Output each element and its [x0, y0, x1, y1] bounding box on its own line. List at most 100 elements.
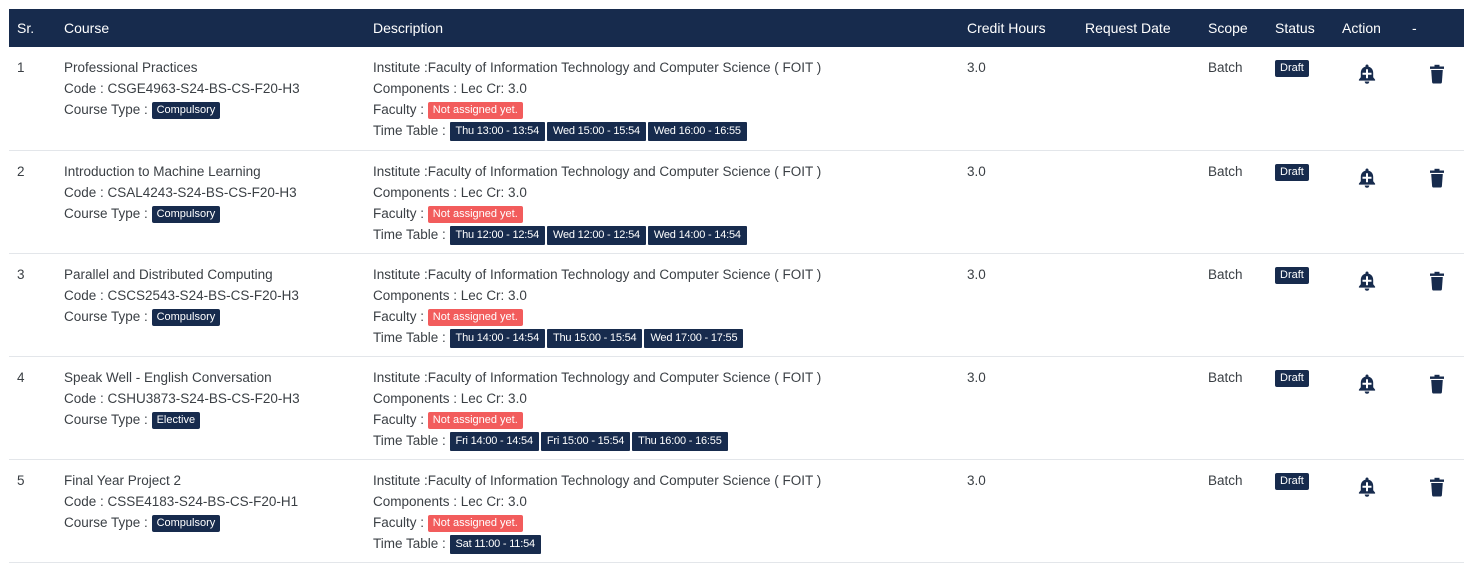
course-cell: Professional Practices Code : CSGE4963-S… — [64, 47, 373, 150]
components-text: Components : Lec Cr: 3.0 — [373, 81, 527, 96]
faculty-label: Faculty : — [373, 411, 425, 427]
table-row: 1 Professional Practices Code : CSGE4963… — [9, 47, 1464, 150]
table-header-row: Sr. Course Description Credit Hours Requ… — [9, 9, 1464, 47]
action-cell — [1342, 253, 1412, 356]
header-status: Status — [1275, 20, 1315, 36]
timetable-slots: Thu 14:00 - 14:54 Thu 15:00 - 15:54 Wed 17… — [449, 328, 746, 348]
course-type-label: Course Type : — [64, 514, 148, 530]
faculty-badge: Not assigned yet. — [427, 411, 523, 429]
timetable-slot: Thu 12:00 - 12:54 — [449, 225, 545, 245]
header-extra: - — [1412, 20, 1417, 36]
timetable-label: Time Table : — [373, 123, 446, 138]
course-type-line: Course Type : Elective — [64, 409, 373, 430]
scope: Batch — [1208, 266, 1243, 282]
institute-text: Institute :Faculty of Information Techno… — [373, 163, 822, 179]
components-text: Components : Lec Cr: 3.0 — [373, 184, 527, 200]
trash-icon[interactable] — [1426, 372, 1448, 396]
timetable-line: Time Table : Thu 13:00 - 13:54 Wed 15:00 … — [373, 120, 967, 141]
trash-icon[interactable] — [1426, 166, 1448, 190]
bell-plus-icon[interactable] — [1356, 166, 1378, 190]
timetable-slot: Thu 16:00 - 16:55 — [632, 431, 728, 451]
institute-text: Institute :Faculty of Information Techno… — [373, 472, 822, 488]
header-description: Description — [373, 20, 444, 36]
course-name: Final Year Project 2 — [64, 472, 182, 488]
trash-icon[interactable] — [1426, 475, 1448, 499]
action-cell — [1342, 356, 1412, 459]
institute-text: Institute :Faculty of Information Techno… — [373, 60, 822, 75]
course-type-label: Course Type : — [64, 308, 148, 324]
course-cell: Speak Well - English Conversation Code :… — [64, 356, 373, 459]
request-date — [1085, 47, 1208, 150]
delete-cell — [1412, 47, 1464, 150]
description-cell: Institute :Faculty of Information Techno… — [373, 47, 967, 150]
bell-plus-icon[interactable] — [1356, 62, 1378, 86]
table-header: Sr. Course Description Credit Hours Requ… — [9, 9, 1464, 47]
course-type-badge: Compulsory — [151, 308, 221, 326]
bell-plus-icon[interactable] — [1356, 475, 1378, 499]
course-type-badge: Compulsory — [151, 205, 221, 223]
status-badge: Draft — [1275, 60, 1309, 77]
course-type-badge: Compulsory — [151, 514, 221, 532]
row-sr: 1 — [17, 60, 25, 75]
faculty-line: Faculty : Not assigned yet. — [373, 512, 967, 533]
timetable-slot: Wed 15:00 - 15:54 — [547, 122, 646, 141]
timetable-slot: Thu 14:00 - 14:54 — [449, 328, 545, 348]
action-cell — [1342, 47, 1412, 150]
table-body: 1 Professional Practices Code : CSGE4963… — [9, 47, 1464, 562]
course-code: Code : CSGE4963-S24-BS-CS-F20-H3 — [64, 81, 300, 96]
header-course: Course — [64, 20, 110, 36]
request-date — [1085, 253, 1208, 356]
timetable-slot: Thu 13:00 - 13:54 — [449, 122, 545, 141]
course-name: Speak Well - English Conversation — [64, 369, 272, 385]
bell-plus-icon[interactable] — [1356, 269, 1378, 293]
timetable-label: Time Table : — [373, 432, 446, 448]
timetable-line: Time Table : Thu 12:00 - 12:54 Wed 12:00 … — [373, 224, 967, 245]
scope: Batch — [1208, 369, 1243, 385]
course-type-line: Course Type : Compulsory — [64, 99, 373, 120]
row-sr: 5 — [17, 472, 25, 488]
credit-hours: 3.0 — [967, 60, 986, 75]
course-cell: Parallel and Distributed Computing Code … — [64, 253, 373, 356]
credit-hours: 3.0 — [967, 266, 986, 282]
faculty-label: Faculty : — [373, 205, 425, 221]
description-cell: Institute :Faculty of Information Techno… — [373, 356, 967, 459]
description-cell: Institute :Faculty of Information Techno… — [373, 150, 967, 253]
scope: Batch — [1208, 472, 1243, 488]
institute-text: Institute :Faculty of Information Techno… — [373, 266, 822, 282]
description-cell: Institute :Faculty of Information Techno… — [373, 253, 967, 356]
status-cell: Draft — [1275, 150, 1342, 253]
timetable-label: Time Table : — [373, 329, 446, 345]
course-name: Introduction to Machine Learning — [64, 163, 261, 179]
credit-hours: 3.0 — [967, 163, 986, 179]
delete-cell — [1412, 459, 1464, 562]
trash-icon[interactable] — [1426, 269, 1448, 293]
status-badge: Draft — [1275, 369, 1309, 387]
course-type-label: Course Type : — [64, 411, 148, 427]
status-badge: Draft — [1275, 472, 1309, 490]
trash-icon[interactable] — [1426, 62, 1448, 86]
request-date — [1085, 356, 1208, 459]
components-text: Components : Lec Cr: 3.0 — [373, 390, 527, 406]
timetable-line: Time Table : Sat 11:00 - 11:54 — [373, 533, 967, 554]
timetable-slots: Fri 14:00 - 14:54 Fri 15:00 - 15:54 Thu 16… — [449, 431, 730, 451]
faculty-badge: Not assigned yet. — [427, 308, 523, 326]
credit-hours: 3.0 — [967, 472, 986, 488]
header-request-date: Request Date — [1085, 20, 1171, 36]
table-row: 4 Speak Well - English Conversation Code… — [9, 356, 1464, 459]
course-cell: Final Year Project 2 Code : CSSE4183-S24… — [64, 459, 373, 562]
bell-plus-icon[interactable] — [1356, 372, 1378, 396]
timetable-slot: Wed 16:00 - 16:55 — [647, 122, 747, 141]
course-type-badge: Compulsory — [151, 102, 221, 119]
timetable-slot: Fri 14:00 - 14:54 — [449, 431, 539, 451]
course-code: Code : CSSE4183-S24-BS-CS-F20-H1 — [64, 493, 299, 509]
request-date — [1085, 150, 1208, 253]
row-sr: 4 — [17, 369, 25, 385]
delete-cell — [1412, 356, 1464, 459]
timetable-slots: Sat 11:00 - 11:54 — [449, 534, 543, 554]
timetable-slot: Sat 11:00 - 11:54 — [449, 534, 541, 554]
course-type-label: Course Type : — [64, 205, 148, 221]
table-row: 2 Introduction to Machine Learning Code … — [9, 150, 1464, 253]
course-name: Professional Practices — [64, 60, 198, 75]
components-text: Components : Lec Cr: 3.0 — [373, 493, 527, 509]
status-badge: Draft — [1275, 266, 1309, 284]
